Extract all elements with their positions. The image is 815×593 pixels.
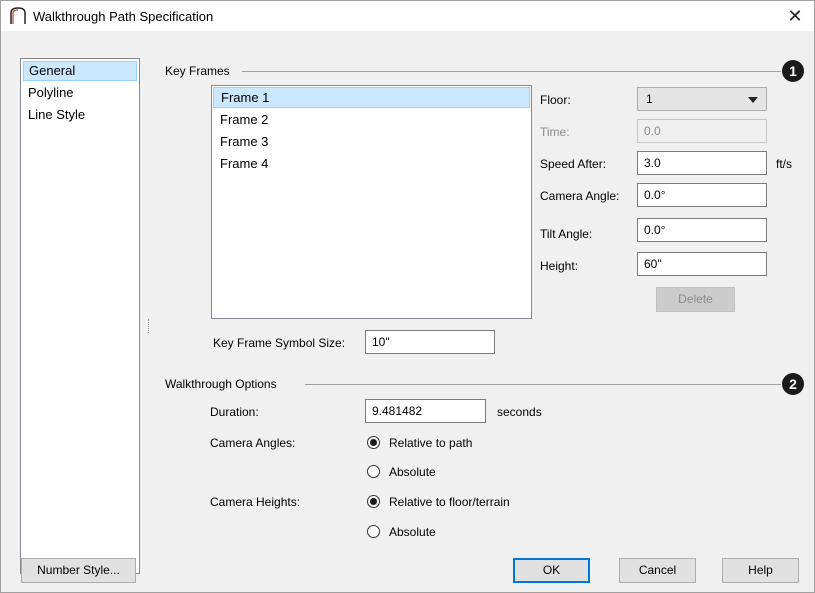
cancel-button[interactable]: Cancel bbox=[619, 558, 696, 583]
walkthrough-options-heading: Walkthrough Options bbox=[165, 377, 277, 391]
ok-button[interactable]: OK bbox=[513, 558, 590, 583]
speed-after-label: Speed After: bbox=[540, 157, 607, 171]
key-frames-list[interactable]: Frame 1 Frame 2 Frame 3 Frame 4 bbox=[211, 85, 532, 319]
camera-angle-label: Camera Angle: bbox=[540, 189, 620, 203]
time-field: 0.0 bbox=[637, 119, 767, 143]
tilt-angle-label: Tilt Angle: bbox=[540, 227, 593, 241]
camera-heights-absolute-label[interactable]: Absolute bbox=[389, 525, 436, 539]
tilt-angle-field[interactable]: 0.0° bbox=[637, 218, 767, 242]
list-item[interactable]: Frame 4 bbox=[213, 153, 530, 174]
camera-angles-absolute-label[interactable]: Absolute bbox=[389, 465, 436, 479]
number-style-button[interactable]: Number Style... bbox=[21, 558, 136, 583]
arch-app-icon bbox=[10, 7, 26, 24]
key-frames-divider bbox=[242, 71, 781, 72]
floor-label: Floor: bbox=[540, 93, 571, 107]
symbol-size-field[interactable]: 10" bbox=[365, 330, 495, 354]
camera-angles-absolute-radio[interactable] bbox=[367, 465, 380, 478]
camera-angle-field[interactable]: 0.0° bbox=[637, 183, 767, 207]
floor-select[interactable]: 1 bbox=[637, 87, 767, 111]
symbol-size-label: Key Frame Symbol Size: bbox=[213, 336, 346, 350]
height-field[interactable]: 60" bbox=[637, 252, 767, 276]
duration-field[interactable]: 9.481482 bbox=[365, 399, 486, 423]
sidebar-item-polyline[interactable]: Polyline bbox=[23, 83, 137, 103]
key-frames-heading: Key Frames bbox=[165, 64, 230, 78]
list-item[interactable]: Frame 2 bbox=[213, 109, 530, 130]
duration-unit: seconds bbox=[497, 405, 542, 419]
walkthrough-options-divider bbox=[305, 384, 781, 385]
sidebar-item-general[interactable]: General bbox=[23, 61, 137, 81]
floor-value: 1 bbox=[646, 92, 653, 106]
speed-after-field[interactable]: 3.0 bbox=[637, 151, 767, 175]
camera-heights-relative-radio[interactable] bbox=[367, 495, 380, 508]
camera-heights-label: Camera Heights: bbox=[210, 495, 301, 509]
panel-splitter[interactable] bbox=[148, 319, 151, 333]
speed-unit: ft/s bbox=[776, 157, 793, 171]
camera-heights-relative-label[interactable]: Relative to floor/terrain bbox=[389, 495, 510, 509]
callout-badge-2: 2 bbox=[782, 373, 804, 395]
camera-heights-absolute-radio[interactable] bbox=[367, 525, 380, 538]
camera-angles-relative-label[interactable]: Relative to path bbox=[389, 436, 472, 450]
list-item[interactable]: Frame 3 bbox=[213, 131, 530, 152]
sidebar-item-line-style[interactable]: Line Style bbox=[23, 105, 137, 125]
help-button[interactable]: Help bbox=[722, 558, 799, 583]
category-list: General Polyline Line Style bbox=[20, 58, 140, 574]
title-bar: Walkthrough Path Specification ✕ bbox=[1, 1, 814, 31]
time-label: Time: bbox=[540, 125, 570, 139]
chevron-down-icon bbox=[748, 97, 758, 103]
delete-button[interactable]: Delete bbox=[656, 287, 735, 312]
duration-label: Duration: bbox=[210, 405, 259, 419]
list-item[interactable]: Frame 1 bbox=[213, 87, 530, 108]
walkthrough-path-dialog: Walkthrough Path Specification ✕ General… bbox=[0, 0, 815, 593]
callout-badge-1: 1 bbox=[782, 60, 804, 82]
close-icon[interactable]: ✕ bbox=[782, 4, 808, 28]
camera-angles-label: Camera Angles: bbox=[210, 436, 296, 450]
window-title: Walkthrough Path Specification bbox=[33, 9, 214, 24]
height-label: Height: bbox=[540, 259, 579, 273]
camera-angles-relative-radio[interactable] bbox=[367, 436, 380, 449]
